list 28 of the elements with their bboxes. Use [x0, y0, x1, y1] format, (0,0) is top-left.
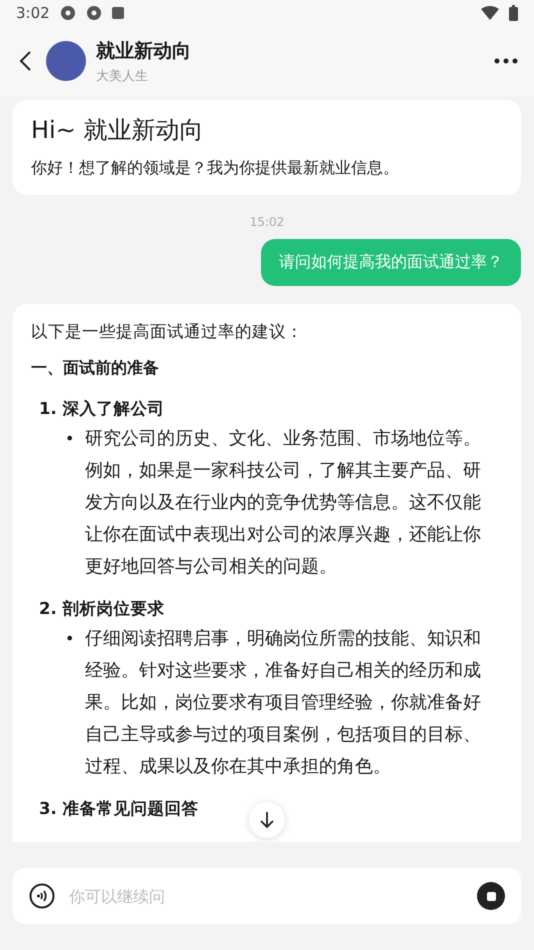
scroll-down-button[interactable] — [249, 802, 285, 838]
battery-icon — [509, 5, 518, 21]
voice-icon[interactable] — [29, 883, 55, 909]
wifi-icon — [481, 6, 499, 20]
chat-subtitle: 大美人生 — [96, 68, 149, 84]
item-heading: 3. 准备常见问题回答 — [39, 798, 198, 820]
bullet-marker: • — [65, 628, 76, 650]
down-arrow-icon — [259, 811, 275, 829]
item-heading: 1. 深入了解公司 — [39, 398, 164, 420]
item-heading: 2. 剖析岗位要求 — [39, 598, 164, 620]
greeting-title: Hi~ 就业新动向 — [31, 115, 204, 146]
section-heading: 一、面试前的准备 — [31, 358, 160, 379]
more-icon[interactable] — [494, 57, 518, 65]
message-input[interactable]: 你可以继续问 — [13, 868, 521, 924]
notification-icon — [86, 5, 102, 21]
message-input-field[interactable]: 你可以继续问 — [67, 886, 465, 906]
notification-icon — [60, 5, 76, 21]
bullet-text: 研究公司的历史、文化、业务范围、市场地位等。例如，如果是一家科技公司，了解其主要产品、研发方向以及在行业内的竞争优势等信息。这不仅能让你在面试中表现出对公司的浓厚兴趣，还能让你更好地回答与公司相关的问题。 — [85, 427, 482, 579]
answer-intro: 以下是一些提高面试通过率的建议： — [31, 321, 304, 343]
message-time: 15:02 — [250, 215, 284, 229]
chat-title: 就业新动向 — [96, 38, 192, 64]
status-time: 3:02 — [16, 4, 50, 22]
greeting-text: 你好！想了解的领域是？我为你提供最新就业信息。 — [31, 158, 400, 179]
user-message: 请问如何提高我的面试通过率？ — [261, 239, 521, 286]
stop-button[interactable] — [477, 882, 505, 910]
avatar — [46, 41, 86, 81]
bullet-text: 仔细阅读招聘启事，明确岗位所需的技能、知识和经验。针对这些要求，准备好自己相关的经历和成果。比如，岗位要求有项目管理经验，你就准备好自己主导或参与过的项目案例，包括项目的目标、过程、成果以及你在其中承担的角色。 — [85, 627, 482, 779]
bullet-marker: • — [65, 428, 76, 450]
